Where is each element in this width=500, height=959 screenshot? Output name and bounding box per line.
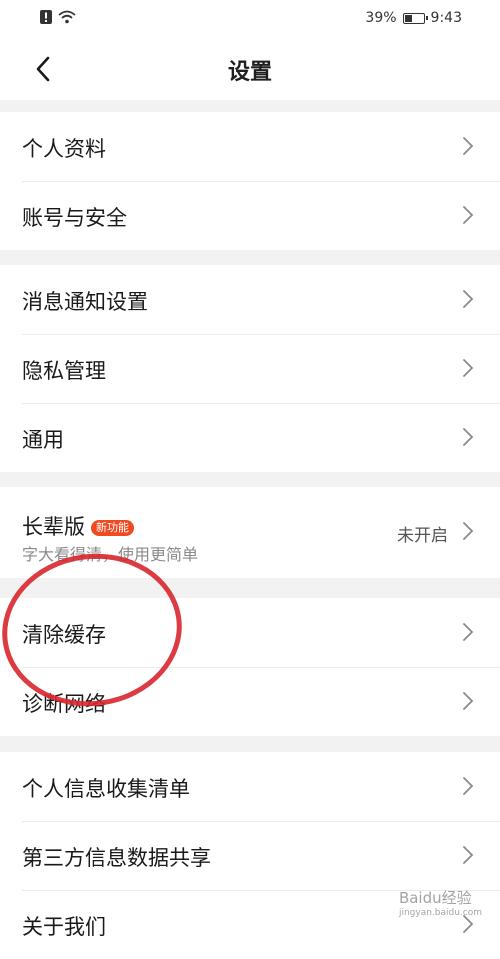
group-preferences: 消息通知设置 隐私管理 通用 bbox=[0, 265, 500, 472]
row-label: 消息通知设置 bbox=[22, 290, 148, 314]
elder-mode-label: 长辈版 bbox=[22, 515, 85, 539]
row-label: 关于我们 bbox=[22, 915, 106, 939]
status-right: 39% 9:43 bbox=[365, 10, 462, 26]
chevron-right-icon bbox=[463, 206, 474, 224]
chevron-right-icon bbox=[463, 522, 474, 540]
row-label: 个人信息收集清单 bbox=[22, 777, 190, 801]
row-value: 未开启 bbox=[397, 526, 448, 546]
watermark-text: Baidu经验 bbox=[398, 889, 472, 907]
new-feature-badge: 新功能 bbox=[91, 520, 134, 536]
row-privacy[interactable]: 隐私管理 bbox=[0, 334, 500, 403]
clock: 9:43 bbox=[430, 10, 462, 26]
battery-icon bbox=[402, 12, 428, 24]
row-label: 清除缓存 bbox=[22, 623, 106, 647]
group-account: 个人资料 账号与安全 bbox=[0, 112, 500, 250]
group-elder-mode: 长辈版 新功能 字大看得清，使用更简单 未开启 bbox=[0, 487, 500, 578]
chevron-right-icon bbox=[463, 692, 474, 710]
row-label: 隐私管理 bbox=[22, 359, 106, 383]
row-third-party-sharing[interactable]: 第三方信息数据共享 bbox=[0, 821, 500, 890]
row-label: 账号与安全 bbox=[22, 206, 127, 230]
status-bar: 39% 9:43 bbox=[0, 0, 500, 38]
chevron-right-icon bbox=[463, 846, 474, 864]
row-network-diagnosis[interactable]: 诊断网络 bbox=[0, 667, 500, 736]
row-profile[interactable]: 个人资料 bbox=[0, 112, 500, 181]
status-left bbox=[40, 10, 76, 24]
chevron-right-icon bbox=[463, 137, 474, 155]
nav-bar: 设置 bbox=[0, 38, 500, 100]
chevron-right-icon bbox=[463, 359, 474, 377]
wifi-icon bbox=[58, 10, 76, 24]
row-elder-mode[interactable]: 长辈版 新功能 字大看得清，使用更简单 未开启 bbox=[0, 487, 500, 578]
chevron-right-icon bbox=[463, 777, 474, 795]
chevron-right-icon bbox=[463, 623, 474, 641]
chevron-right-icon bbox=[463, 428, 474, 446]
row-subtitle: 字大看得清，使用更简单 bbox=[22, 545, 199, 564]
watermark: Baidu经验 jingyan.baidu.com bbox=[399, 887, 482, 918]
alert-icon bbox=[40, 10, 52, 24]
row-label: 通用 bbox=[22, 428, 64, 452]
row-account-security[interactable]: 账号与安全 bbox=[0, 181, 500, 250]
chevron-right-icon bbox=[463, 290, 474, 308]
row-label: 长辈版 新功能 bbox=[22, 511, 134, 541]
row-label: 诊断网络 bbox=[22, 692, 106, 716]
battery-percent: 39% bbox=[365, 10, 397, 26]
row-general[interactable]: 通用 bbox=[0, 403, 500, 472]
watermark-url: jingyan.baidu.com bbox=[398, 908, 482, 918]
group-info: 个人信息收集清单 第三方信息数据共享 关于我们 bbox=[0, 752, 500, 959]
row-label: 个人资料 bbox=[22, 137, 106, 161]
row-personal-info-list[interactable]: 个人信息收集清单 bbox=[0, 752, 500, 821]
row-clear-cache[interactable]: 清除缓存 bbox=[0, 598, 500, 667]
row-notifications[interactable]: 消息通知设置 bbox=[0, 265, 500, 334]
row-label: 第三方信息数据共享 bbox=[22, 846, 211, 870]
group-maintenance: 清除缓存 诊断网络 bbox=[0, 598, 500, 736]
page-title: 设置 bbox=[227, 60, 272, 85]
